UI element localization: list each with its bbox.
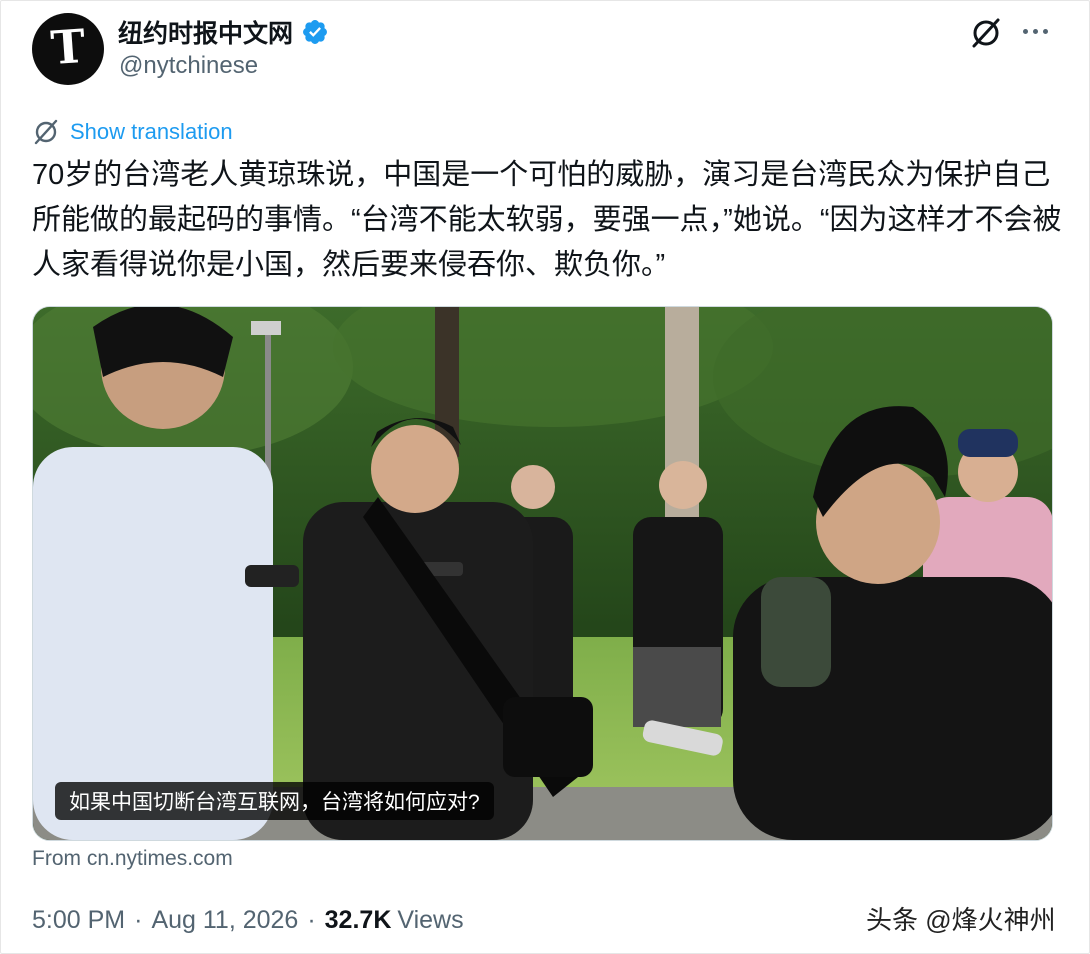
tweet-metadata: 5:00 PM · Aug 11, 2026 · 32.7K Views — [32, 906, 464, 935]
link-card-image[interactable]: 如果中国切断台湾互联网，台湾将如何应对? — [32, 306, 1053, 841]
views-label: Views — [397, 906, 464, 934]
link-card-title[interactable]: 如果中国切断台湾互联网，台湾将如何应对? — [55, 782, 494, 820]
translate-icon — [34, 119, 58, 145]
watermark: 头条 @烽火神州 — [866, 905, 1056, 935]
meta-separator: · — [134, 906, 143, 934]
tweet-time[interactable]: 5:00 PM — [32, 906, 125, 935]
display-name[interactable]: 纽约时报中文网 — [118, 14, 293, 50]
more-icon[interactable] — [1018, 16, 1052, 46]
author-name-row: 纽约时报中文网 — [118, 14, 329, 50]
views-count: 32.7K — [324, 906, 392, 934]
link-card-source[interactable]: From cn.nytimes.com — [32, 847, 233, 871]
account-handle[interactable]: @nytchinese — [119, 52, 258, 80]
verified-badge-icon — [303, 20, 327, 44]
news-photo — [33, 307, 1052, 840]
show-translation-label[interactable]: Show translation — [70, 119, 233, 145]
tweet-date[interactable]: Aug 11, 2026 — [151, 906, 298, 935]
tweet-text: 70岁的台湾老人黄琼珠说，中国是一个可怕的威胁，演习是台湾民众为保护自己所能做的… — [32, 159, 1062, 281]
avatar[interactable]: T — [32, 13, 104, 85]
show-translation-link[interactable]: Show translation — [32, 118, 233, 146]
grok-icon[interactable] — [968, 14, 1004, 50]
meta-separator: · — [307, 906, 316, 934]
avatar-logo: T — [49, 18, 87, 76]
